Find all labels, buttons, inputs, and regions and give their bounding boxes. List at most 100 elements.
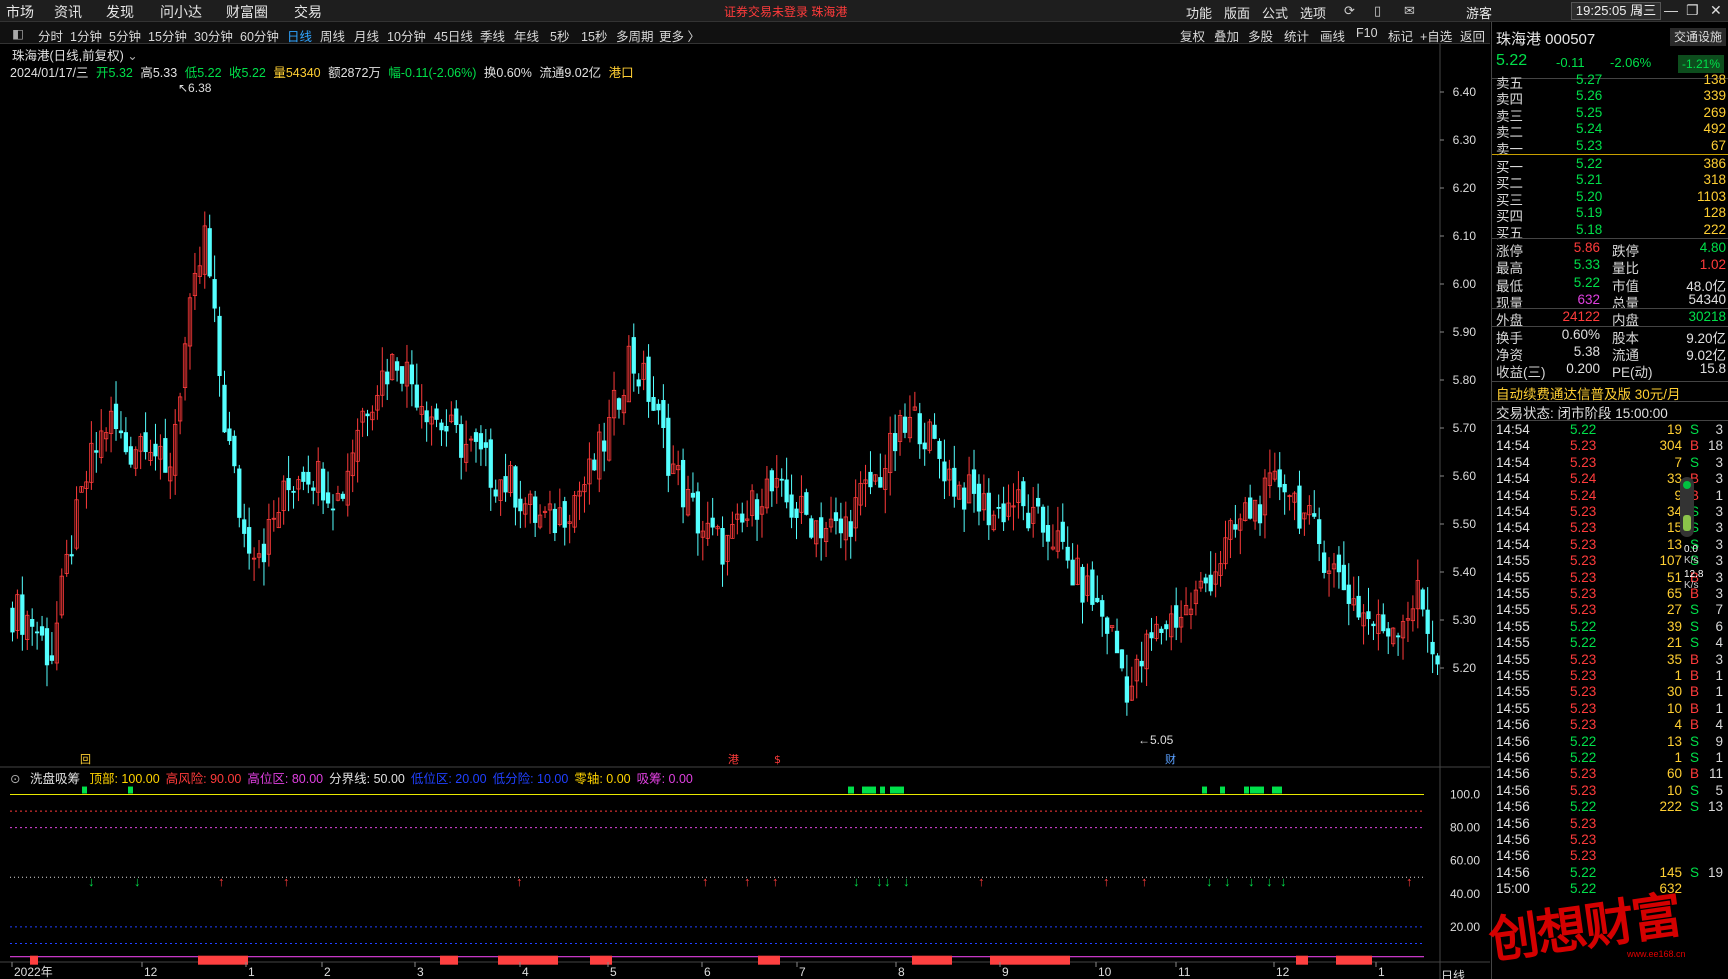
menu-news[interactable]: 资讯	[54, 2, 82, 22]
tab-1min[interactable]: 1分钟	[70, 26, 102, 45]
kline-chart[interactable]: 6.40 6.30 6.20 6.10 6.00 5.90 5.80 5.70 5.60 5.50…	[0, 44, 1490, 979]
btn-draw[interactable]: 画线	[1320, 26, 1345, 45]
candle-body	[301, 471, 306, 482]
tab-60min[interactable]: 60分钟	[240, 26, 279, 45]
candle-body	[661, 400, 666, 429]
tab-15sec[interactable]: 15秒	[581, 26, 607, 45]
tab-weekly[interactable]: 周线	[320, 26, 345, 45]
refresh-icon[interactable]: ⟳	[1344, 3, 1355, 19]
menu-trade[interactable]: 交易	[294, 2, 322, 22]
back-icon[interactable]: ‹	[1638, 2, 1643, 18]
tab-5sec[interactable]: 5秒	[550, 26, 569, 45]
tab-15min[interactable]: 15分钟	[148, 26, 187, 45]
candle-body	[1035, 497, 1041, 507]
guest-user[interactable]: 游客	[1466, 3, 1492, 22]
buy-arrow-icon: ↑	[516, 874, 523, 889]
chart-dropdown-icon[interactable]: ⌄	[127, 49, 137, 63]
orderbook-row[interactable]: 卖四 5.26 339	[1496, 88, 1726, 107]
candle-body	[1045, 525, 1051, 542]
candle-body	[552, 508, 558, 534]
restore-icon[interactable]: ❐	[1686, 2, 1699, 19]
menu-layout[interactable]: 版面	[1224, 3, 1250, 22]
tab-quarterly[interactable]: 季线	[480, 26, 505, 45]
tab-timeshare[interactable]: 分时	[38, 26, 63, 45]
candle-body	[247, 527, 252, 554]
orderbook-row[interactable]: 买一 5.22 386	[1496, 156, 1726, 175]
event-marker: 回	[80, 753, 91, 766]
orderbook-row[interactable]: 卖一 5.23 67	[1496, 138, 1726, 157]
menu-formula[interactable]: 公式	[1262, 3, 1288, 22]
orderbook-row[interactable]: 买五 5.18 222	[1496, 222, 1726, 241]
login-warning[interactable]: 证券交易未登录 珠海港	[724, 3, 847, 20]
candle-body	[1356, 595, 1361, 618]
sector-button[interactable]: 交通设施	[1670, 28, 1726, 46]
candle-body	[399, 366, 405, 384]
orderbook-row[interactable]: 买四 5.19 128	[1496, 205, 1726, 224]
sidebar-toggle-icon[interactable]: ◧	[12, 26, 24, 41]
watermark-url: www.ee168.cn	[1627, 949, 1686, 959]
close-icon[interactable]: ✕	[1710, 2, 1722, 19]
orderbook-row[interactable]: 卖二 5.24 492	[1496, 121, 1726, 140]
orderbook-row[interactable]: 卖五 5.27 138	[1496, 72, 1726, 91]
indicator-toggle-icon[interactable]: ⊙	[10, 772, 20, 786]
y-tick-label: 5.60	[1453, 469, 1477, 483]
sell-arrow-icon: ↓	[88, 874, 95, 889]
promo-text[interactable]: 自动续费通达信普及版 30元/月	[1496, 383, 1681, 403]
y-tick-label: 5.70	[1453, 421, 1477, 435]
orderbook-row[interactable]: 买三 5.20 1103	[1496, 189, 1726, 208]
orderbook-row[interactable]: 买二 5.21 318	[1496, 172, 1726, 191]
tick-row: 14:55 5.23 35 B 3	[1496, 651, 1723, 667]
orderbook-row[interactable]: 卖三 5.25 269	[1496, 105, 1726, 124]
menu-ask[interactable]: 问小达	[160, 2, 202, 22]
candle-body	[69, 554, 74, 557]
menu-market[interactable]: 市场	[6, 2, 34, 22]
signal-block	[1220, 786, 1225, 794]
y-tick-label: 5.80	[1453, 373, 1477, 387]
phone-icon[interactable]: ▯	[1374, 3, 1381, 19]
menu-wealth[interactable]: 财富圈	[226, 2, 268, 22]
candle-body	[10, 607, 15, 633]
candle-body	[493, 489, 498, 497]
tab-30min[interactable]: 30分钟	[194, 26, 233, 45]
candle-body	[804, 492, 809, 515]
btn-adjust[interactable]: 复权	[1180, 26, 1205, 45]
candle-body	[1149, 632, 1154, 639]
info-sector-tag[interactable]: 港口	[609, 66, 634, 80]
period-indicator[interactable]: 日线	[1441, 967, 1465, 979]
menu-function[interactable]: 功能	[1186, 3, 1212, 22]
speed-scroll[interactable]	[1680, 477, 1694, 537]
minimize-icon[interactable]: —	[1664, 2, 1678, 18]
btn-mark[interactable]: 标记	[1388, 26, 1413, 45]
sector-change-badge: -1.21%	[1678, 55, 1724, 73]
indicator-name[interactable]: 洗盘吸筹	[30, 772, 80, 786]
tab-yearly[interactable]: 年线	[514, 26, 539, 45]
menu-options[interactable]: 选项	[1300, 3, 1326, 22]
candle-body	[1435, 655, 1440, 665]
accumulate-bar	[990, 955, 1070, 965]
tab-45day[interactable]: 45日线	[434, 26, 473, 45]
btn-multi-stock[interactable]: 多股	[1248, 26, 1273, 45]
btn-return[interactable]: 返回	[1460, 26, 1485, 45]
tick-row: 14:56 5.23 10 S 5	[1496, 782, 1723, 798]
tab-5min[interactable]: 5分钟	[109, 26, 141, 45]
menu-discover[interactable]: 发现	[106, 2, 134, 22]
x-tick-label: 11	[1178, 965, 1191, 979]
tab-multi-period[interactable]: 多周期	[616, 26, 654, 45]
indicator-param: 分界线: 50.00	[329, 772, 405, 786]
btn-overlay[interactable]: 叠加	[1214, 26, 1239, 45]
candle-body	[503, 476, 508, 493]
trade-status: 交易状态: 闭市阶段 15:00:00	[1496, 406, 1668, 421]
tab-more[interactable]: 更多 〉	[659, 26, 700, 45]
btn-f10[interactable]: F10	[1356, 26, 1378, 40]
candle-body	[1346, 584, 1351, 604]
candle-body	[454, 408, 459, 426]
tab-monthly[interactable]: 月线	[354, 26, 379, 45]
mail-icon[interactable]: ✉	[1404, 3, 1415, 19]
tab-daily[interactable]: 日线	[287, 26, 312, 45]
tick-row: 14:54 5.23 7 S 3	[1496, 454, 1723, 470]
tab-10min[interactable]: 10分钟	[387, 26, 426, 45]
candle-body	[784, 479, 789, 503]
candle-body	[819, 517, 824, 539]
btn-add-watchlist[interactable]: +自选	[1420, 26, 1452, 45]
btn-stats[interactable]: 统计	[1284, 26, 1309, 45]
